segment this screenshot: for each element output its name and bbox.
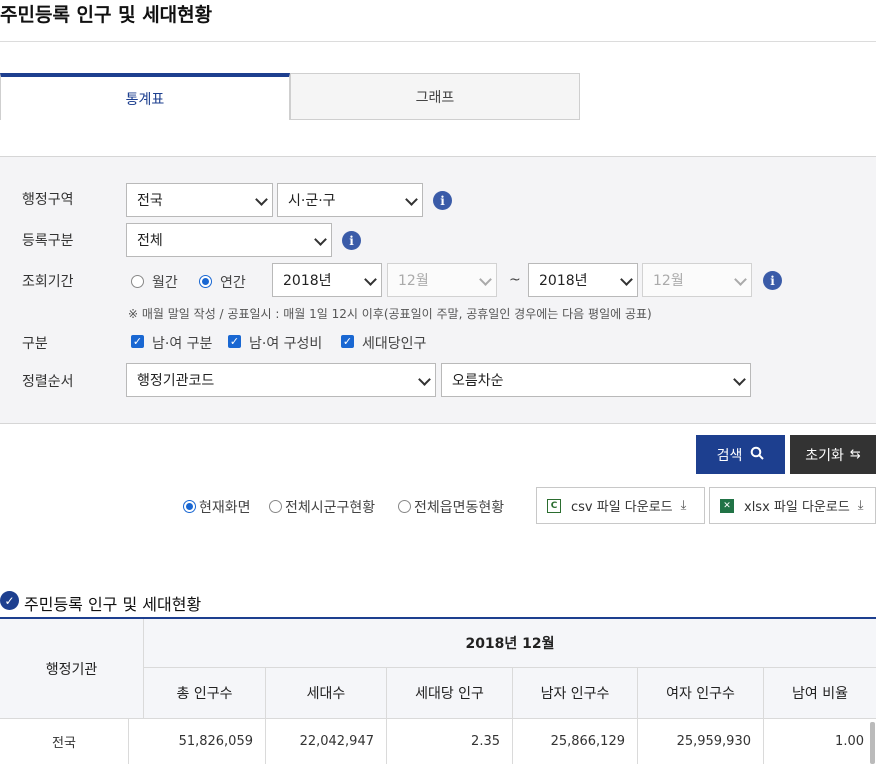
per-household-label: 세대당인구 — [362, 336, 427, 352]
search-button[interactable]: 검색 — [696, 435, 785, 474]
col-header-total: 총 인구수 — [176, 686, 233, 702]
chevron-down-icon — [734, 273, 747, 286]
title-divider — [0, 41, 876, 42]
cell-male: 25,866,129 — [550, 734, 625, 749]
chevron-down-icon — [364, 273, 377, 286]
reset-button[interactable]: 초기화 ⇆ — [790, 435, 876, 474]
chevron-down-icon — [620, 273, 633, 286]
info-icon[interactable]: i — [763, 271, 782, 290]
page-title: 주민등록 인구 및 세대현황 — [0, 4, 213, 26]
sido-select[interactable]: 전국 — [126, 183, 273, 217]
period-separator: ~ — [509, 272, 521, 288]
tab-graph-label: 그래프 — [415, 89, 455, 106]
region-label: 행정구역 — [22, 192, 74, 208]
yearly-radio[interactable] — [199, 275, 212, 288]
monthly-label: 월간 — [152, 275, 178, 291]
scope-radio-current[interactable] — [183, 500, 196, 513]
monthly-radio[interactable] — [131, 275, 144, 288]
cell-per-household: 2.35 — [471, 734, 500, 749]
gender-ratio-label: 남·여 구성비 — [249, 336, 323, 352]
reg-type-select[interactable]: 전체 — [126, 223, 332, 257]
search-button-label: 검색 — [716, 447, 743, 464]
csv-download-label: csv 파일 다운로드 — [571, 500, 673, 515]
org-header: 행정기관 — [45, 661, 98, 678]
start-month-select[interactable]: 12월 — [387, 263, 497, 297]
cell-female: 25,959,930 — [676, 734, 751, 749]
tab-graph[interactable]: 그래프 — [290, 73, 580, 120]
scope-radio-sigungu[interactable] — [269, 500, 282, 513]
col-header-households: 세대수 — [306, 686, 346, 702]
chevron-down-icon — [733, 373, 746, 386]
col-header-male: 남자 인구수 — [540, 686, 610, 702]
csv-file-icon: C — [547, 498, 561, 513]
start-month-value: 12월 — [398, 273, 429, 289]
sort-order-select[interactable]: 오름차순 — [441, 363, 751, 397]
download-icon: ⤓ — [857, 498, 864, 513]
checkbox-gender-ratio[interactable]: ✓ — [228, 335, 241, 348]
chevron-down-icon — [314, 233, 327, 246]
sort-field-select[interactable]: 행정기관코드 — [126, 363, 436, 397]
tab-table-label: 통계표 — [125, 91, 165, 108]
xlsx-download-button[interactable]: ✕ xlsx 파일 다운로드 ⤓ — [709, 487, 876, 524]
sort-order-value: 오름차순 — [452, 373, 504, 389]
search-icon — [750, 446, 765, 464]
reg-type-label: 등록구분 — [22, 233, 74, 249]
download-icon: ⤓ — [680, 498, 687, 513]
end-year-select[interactable]: 2018년 — [528, 263, 638, 297]
sigungu-value: 시·군·구 — [288, 193, 336, 209]
xlsx-download-label: xlsx 파일 다운로드 — [744, 500, 850, 515]
chevron-down-icon — [255, 193, 268, 206]
scope-current-label: 현재화면 — [199, 500, 251, 516]
end-year-value: 2018년 — [539, 273, 588, 289]
cell-total: 51,826,059 — [178, 734, 253, 749]
period-note: ※ 매월 말일 작성 / 공표일시 : 매월 1일 12시 이후(공표일이 주말… — [128, 307, 652, 321]
period-label: 조회기간 — [22, 274, 74, 290]
info-icon[interactable]: i — [342, 231, 361, 250]
col-header-per-household: 세대당 인구 — [415, 686, 484, 702]
reset-button-label: 초기화 — [805, 447, 844, 464]
section-title: 주민등록 인구 및 세대현황 — [24, 595, 202, 614]
cell-households: 22,042,947 — [299, 734, 374, 749]
start-year-select[interactable]: 2018년 — [272, 263, 382, 297]
period-header: 2018년 12월 — [465, 636, 555, 652]
scope-eupmyeondong-label: 전체읍면동현황 — [414, 500, 505, 516]
csv-download-button[interactable]: C csv 파일 다운로드 ⤓ — [536, 487, 705, 524]
chevron-down-icon — [405, 193, 418, 206]
refresh-icon: ⇆ — [849, 447, 861, 462]
reg-type-value: 전체 — [137, 233, 163, 249]
yearly-label: 연간 — [220, 275, 246, 291]
info-icon[interactable]: i — [433, 191, 452, 210]
checkbox-gender-split[interactable]: ✓ — [131, 335, 144, 348]
checkbox-per-household[interactable]: ✓ — [341, 335, 354, 348]
chevron-down-icon — [418, 373, 431, 386]
scope-radio-eupmyeondong[interactable] — [398, 500, 411, 513]
xlsx-file-icon: ✕ — [720, 498, 734, 513]
end-month-value: 12월 — [653, 273, 684, 289]
sort-label: 정렬순서 — [22, 374, 74, 390]
category-label: 구분 — [22, 336, 48, 352]
row-org: 전국 — [52, 736, 76, 751]
tab-table[interactable]: 통계표 — [0, 73, 290, 120]
cell-ratio: 1.00 — [835, 734, 864, 749]
start-year-value: 2018년 — [283, 273, 332, 289]
end-month-select[interactable]: 12월 — [642, 263, 752, 297]
scope-sigungu-label: 전체시군구현황 — [285, 500, 376, 516]
col-header-ratio: 남여 비율 — [792, 686, 848, 702]
check-circle-icon: ✓ — [0, 591, 19, 610]
chevron-down-icon — [479, 273, 492, 286]
col-header-female: 여자 인구수 — [666, 686, 735, 702]
scrollbar[interactable] — [870, 722, 875, 764]
sido-value: 전국 — [137, 193, 163, 209]
sigungu-select[interactable]: 시·군·구 — [277, 183, 423, 217]
gender-split-label: 남·여 구분 — [152, 336, 213, 352]
sort-field-value: 행정기관코드 — [137, 373, 215, 389]
